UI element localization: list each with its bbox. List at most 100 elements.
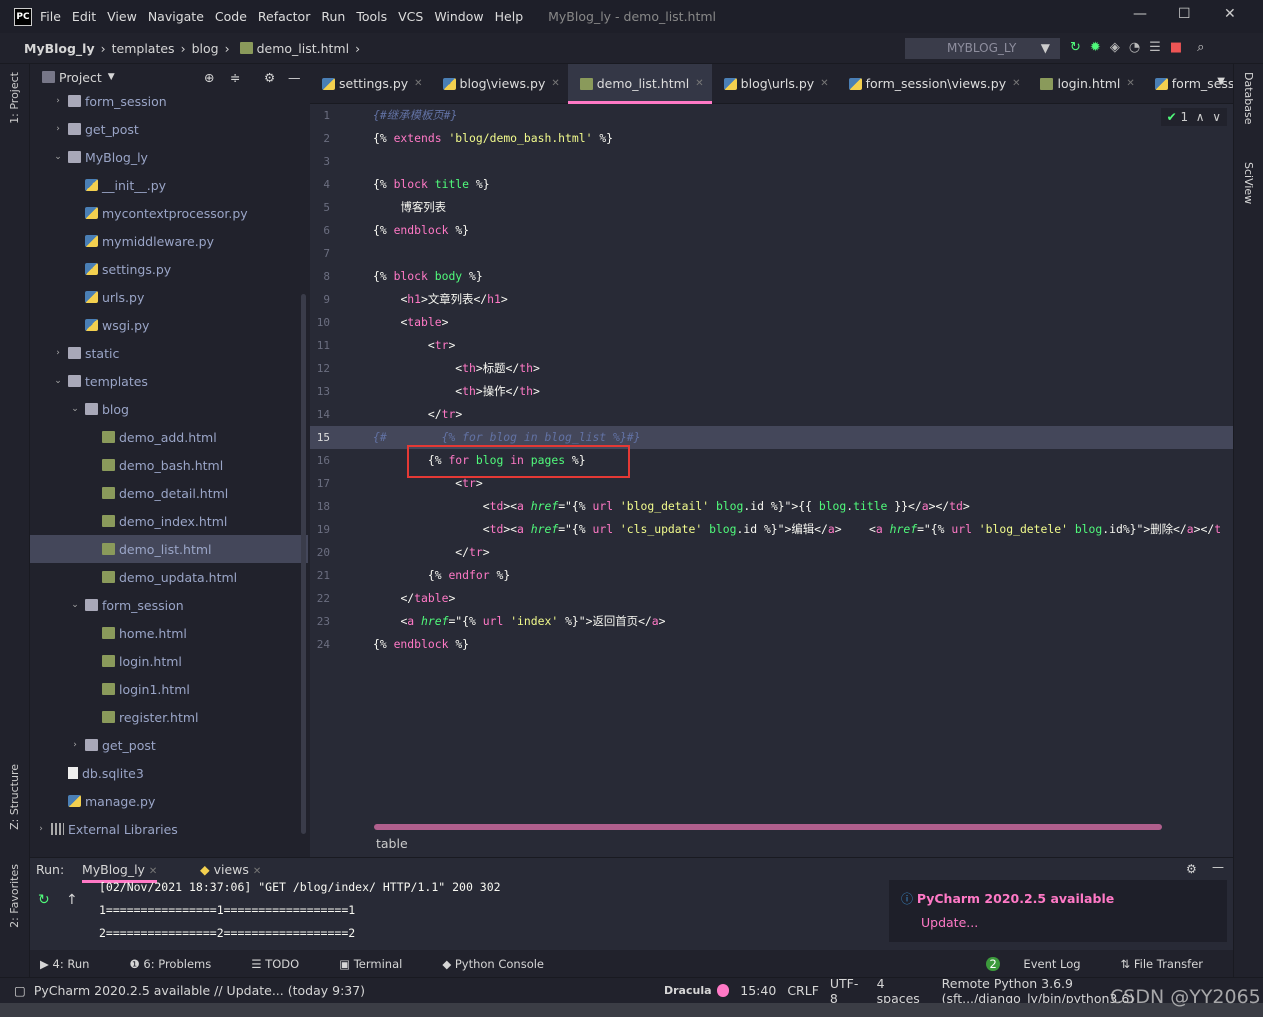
tree-item[interactable]: login.html: [30, 647, 308, 675]
breadcrumb-blog[interactable]: blog: [192, 41, 219, 56]
tree-item[interactable]: manage.py: [30, 787, 308, 815]
close-tab-icon[interactable]: ✕: [1126, 78, 1134, 89]
menu-help[interactable]: Help: [495, 9, 524, 24]
tool-tab-python-console[interactable]: ◆ Python Console: [442, 957, 564, 971]
menu-edit[interactable]: Edit: [72, 9, 96, 24]
code-line[interactable]: {% endfor %}: [373, 564, 1233, 587]
code-line[interactable]: [373, 150, 1233, 173]
project-tool-button[interactable]: 1: Project: [8, 72, 21, 124]
code-line[interactable]: </table>: [373, 587, 1233, 610]
close-tab-icon[interactable]: ✕: [1012, 78, 1020, 89]
menu-navigate[interactable]: Navigate: [148, 9, 204, 24]
chevron-down-icon[interactable]: ⌄: [69, 600, 81, 610]
close-tab-icon[interactable]: ✕: [551, 78, 559, 89]
code-line[interactable]: <th>标题</th>: [373, 357, 1233, 380]
search-icon[interactable]: ⌕: [1197, 40, 1204, 55]
tree-item[interactable]: ⌄ templates: [30, 367, 308, 395]
run-configuration-select[interactable]: MYBLOG_LY ▼: [905, 38, 1060, 59]
tree-item[interactable]: demo_index.html: [30, 507, 308, 535]
horizontal-scrollbar[interactable]: [374, 824, 1162, 830]
editor-tab[interactable]: blog\urls.py ✕: [712, 64, 837, 104]
code-line[interactable]: </tr>: [373, 541, 1233, 564]
close-icon[interactable]: ✕: [1224, 6, 1236, 22]
menu-tools[interactable]: Tools: [356, 9, 387, 24]
tree-item[interactable]: __init__.py: [30, 171, 308, 199]
code-line[interactable]: <a href="{% url 'index' %}">返回首页</a>: [373, 610, 1233, 633]
tree-item[interactable]: ⌄ MyBlog_ly: [30, 143, 308, 171]
editor-tab[interactable]: settings.py ✕: [310, 64, 431, 104]
sciview-tool-button[interactable]: SciView: [1242, 162, 1255, 204]
tree-item[interactable]: demo_updata.html: [30, 563, 308, 591]
chevron-down-icon[interactable]: ⌄: [52, 376, 64, 386]
tree-item[interactable]: db.sqlite3: [30, 759, 308, 787]
run-tab-views[interactable]: ◆ views ✕: [200, 862, 261, 877]
code-line[interactable]: {% block body %}: [373, 265, 1233, 288]
tree-item[interactable]: demo_bash.html: [30, 451, 308, 479]
tree-scrollbar[interactable]: [301, 294, 306, 834]
debug-icon[interactable]: ✹: [1090, 40, 1101, 55]
theme-label[interactable]: Dracula: [664, 984, 712, 997]
code-line[interactable]: <h1>文章列表</h1>: [373, 288, 1233, 311]
tree-item[interactable]: settings.py: [30, 255, 308, 283]
caret-position[interactable]: 15:40: [740, 983, 776, 998]
minimize-icon[interactable]: —: [1133, 6, 1147, 22]
close-tab-icon[interactable]: ✕: [149, 866, 157, 877]
gear-icon[interactable]: ⚙: [1186, 862, 1197, 876]
status-message[interactable]: PyCharm 2020.2.5 available // Update... …: [34, 983, 365, 998]
update-link[interactable]: Update...: [921, 915, 1215, 930]
tabs-overflow-chevron-icon[interactable]: ▼: [1217, 76, 1225, 87]
file-encoding[interactable]: UTF-8: [830, 976, 866, 1006]
hide-icon[interactable]: —: [288, 70, 301, 85]
menu-refactor[interactable]: Refactor: [258, 9, 310, 24]
menu-run[interactable]: Run: [321, 9, 345, 24]
code-line[interactable]: <td><a href="{% url 'blog_detail' blog.i…: [373, 495, 1233, 518]
tool-tab-todo[interactable]: ☰ TODO: [251, 957, 319, 971]
chevron-down-icon[interactable]: ▼: [108, 72, 115, 82]
tree-item[interactable]: › get_post: [30, 115, 308, 143]
tree-item[interactable]: › External Libraries: [30, 815, 308, 843]
tree-item[interactable]: demo_add.html: [30, 423, 308, 451]
tree-item[interactable]: › static: [30, 339, 308, 367]
locate-icon[interactable]: ⊕: [204, 70, 214, 85]
code-line[interactable]: <th>操作</th>: [373, 380, 1233, 403]
indent-setting[interactable]: 4 spaces: [877, 976, 931, 1006]
tree-item[interactable]: home.html: [30, 619, 308, 647]
chevron-right-icon[interactable]: ›: [35, 824, 47, 834]
editor-tab[interactable]: demo_list.html ✕: [567, 63, 712, 104]
chevron-down-icon[interactable]: ⌄: [69, 404, 81, 414]
structure-tool-button[interactable]: Z: Structure: [8, 764, 21, 830]
breadcrumb-project[interactable]: MyBlog_ly: [24, 41, 95, 56]
next-icon[interactable]: ∨: [1212, 110, 1221, 124]
rerun-icon[interactable]: ↻: [1070, 40, 1081, 55]
rerun-icon[interactable]: ↻: [38, 892, 50, 908]
close-tab-icon[interactable]: ✕: [695, 78, 703, 89]
maximize-icon[interactable]: ☐: [1178, 6, 1191, 22]
toggle-panels-icon[interactable]: ▢: [14, 983, 26, 998]
code-line[interactable]: {% block title %}: [373, 173, 1233, 196]
code-line[interactable]: {% extends 'blog/demo_bash.html' %}: [373, 127, 1233, 150]
close-tab-icon[interactable]: ✕: [414, 78, 422, 89]
menu-code[interactable]: Code: [215, 9, 247, 24]
close-tab-icon[interactable]: ✕: [253, 866, 261, 877]
code-line[interactable]: <td><a href="{% url 'cls_update' blog.id…: [373, 518, 1233, 541]
menu-vcs[interactable]: VCS: [398, 9, 423, 24]
chevron-right-icon[interactable]: ›: [52, 348, 64, 358]
tool-tab-terminal[interactable]: ▣ Terminal: [339, 957, 422, 971]
favorites-tool-button[interactable]: 2: Favorites: [8, 864, 21, 928]
tree-item[interactable]: login1.html: [30, 675, 308, 703]
tree-item[interactable]: mycontextprocessor.py: [30, 199, 308, 227]
code-line[interactable]: {% endblock %}: [373, 219, 1233, 242]
editor-tab[interactable]: blog\views.py ✕: [431, 64, 568, 104]
collapse-all-icon[interactable]: ≑: [230, 70, 240, 85]
tree-item[interactable]: ⌄ form_session: [30, 591, 308, 619]
chevron-right-icon[interactable]: ›: [52, 96, 64, 106]
scroll-up-icon[interactable]: ↑: [66, 892, 78, 908]
tool-tab-event-log[interactable]: 2 Event Log: [986, 956, 1100, 971]
chevron-right-icon[interactable]: ›: [52, 124, 64, 134]
menu-window[interactable]: Window: [434, 9, 483, 24]
tree-item[interactable]: ⌄ blog: [30, 395, 308, 423]
tree-item[interactable]: demo_detail.html: [30, 479, 308, 507]
code-line[interactable]: [373, 242, 1233, 265]
tree-item[interactable]: wsgi.py: [30, 311, 308, 339]
tree-item[interactable]: demo_list.html: [30, 535, 308, 563]
